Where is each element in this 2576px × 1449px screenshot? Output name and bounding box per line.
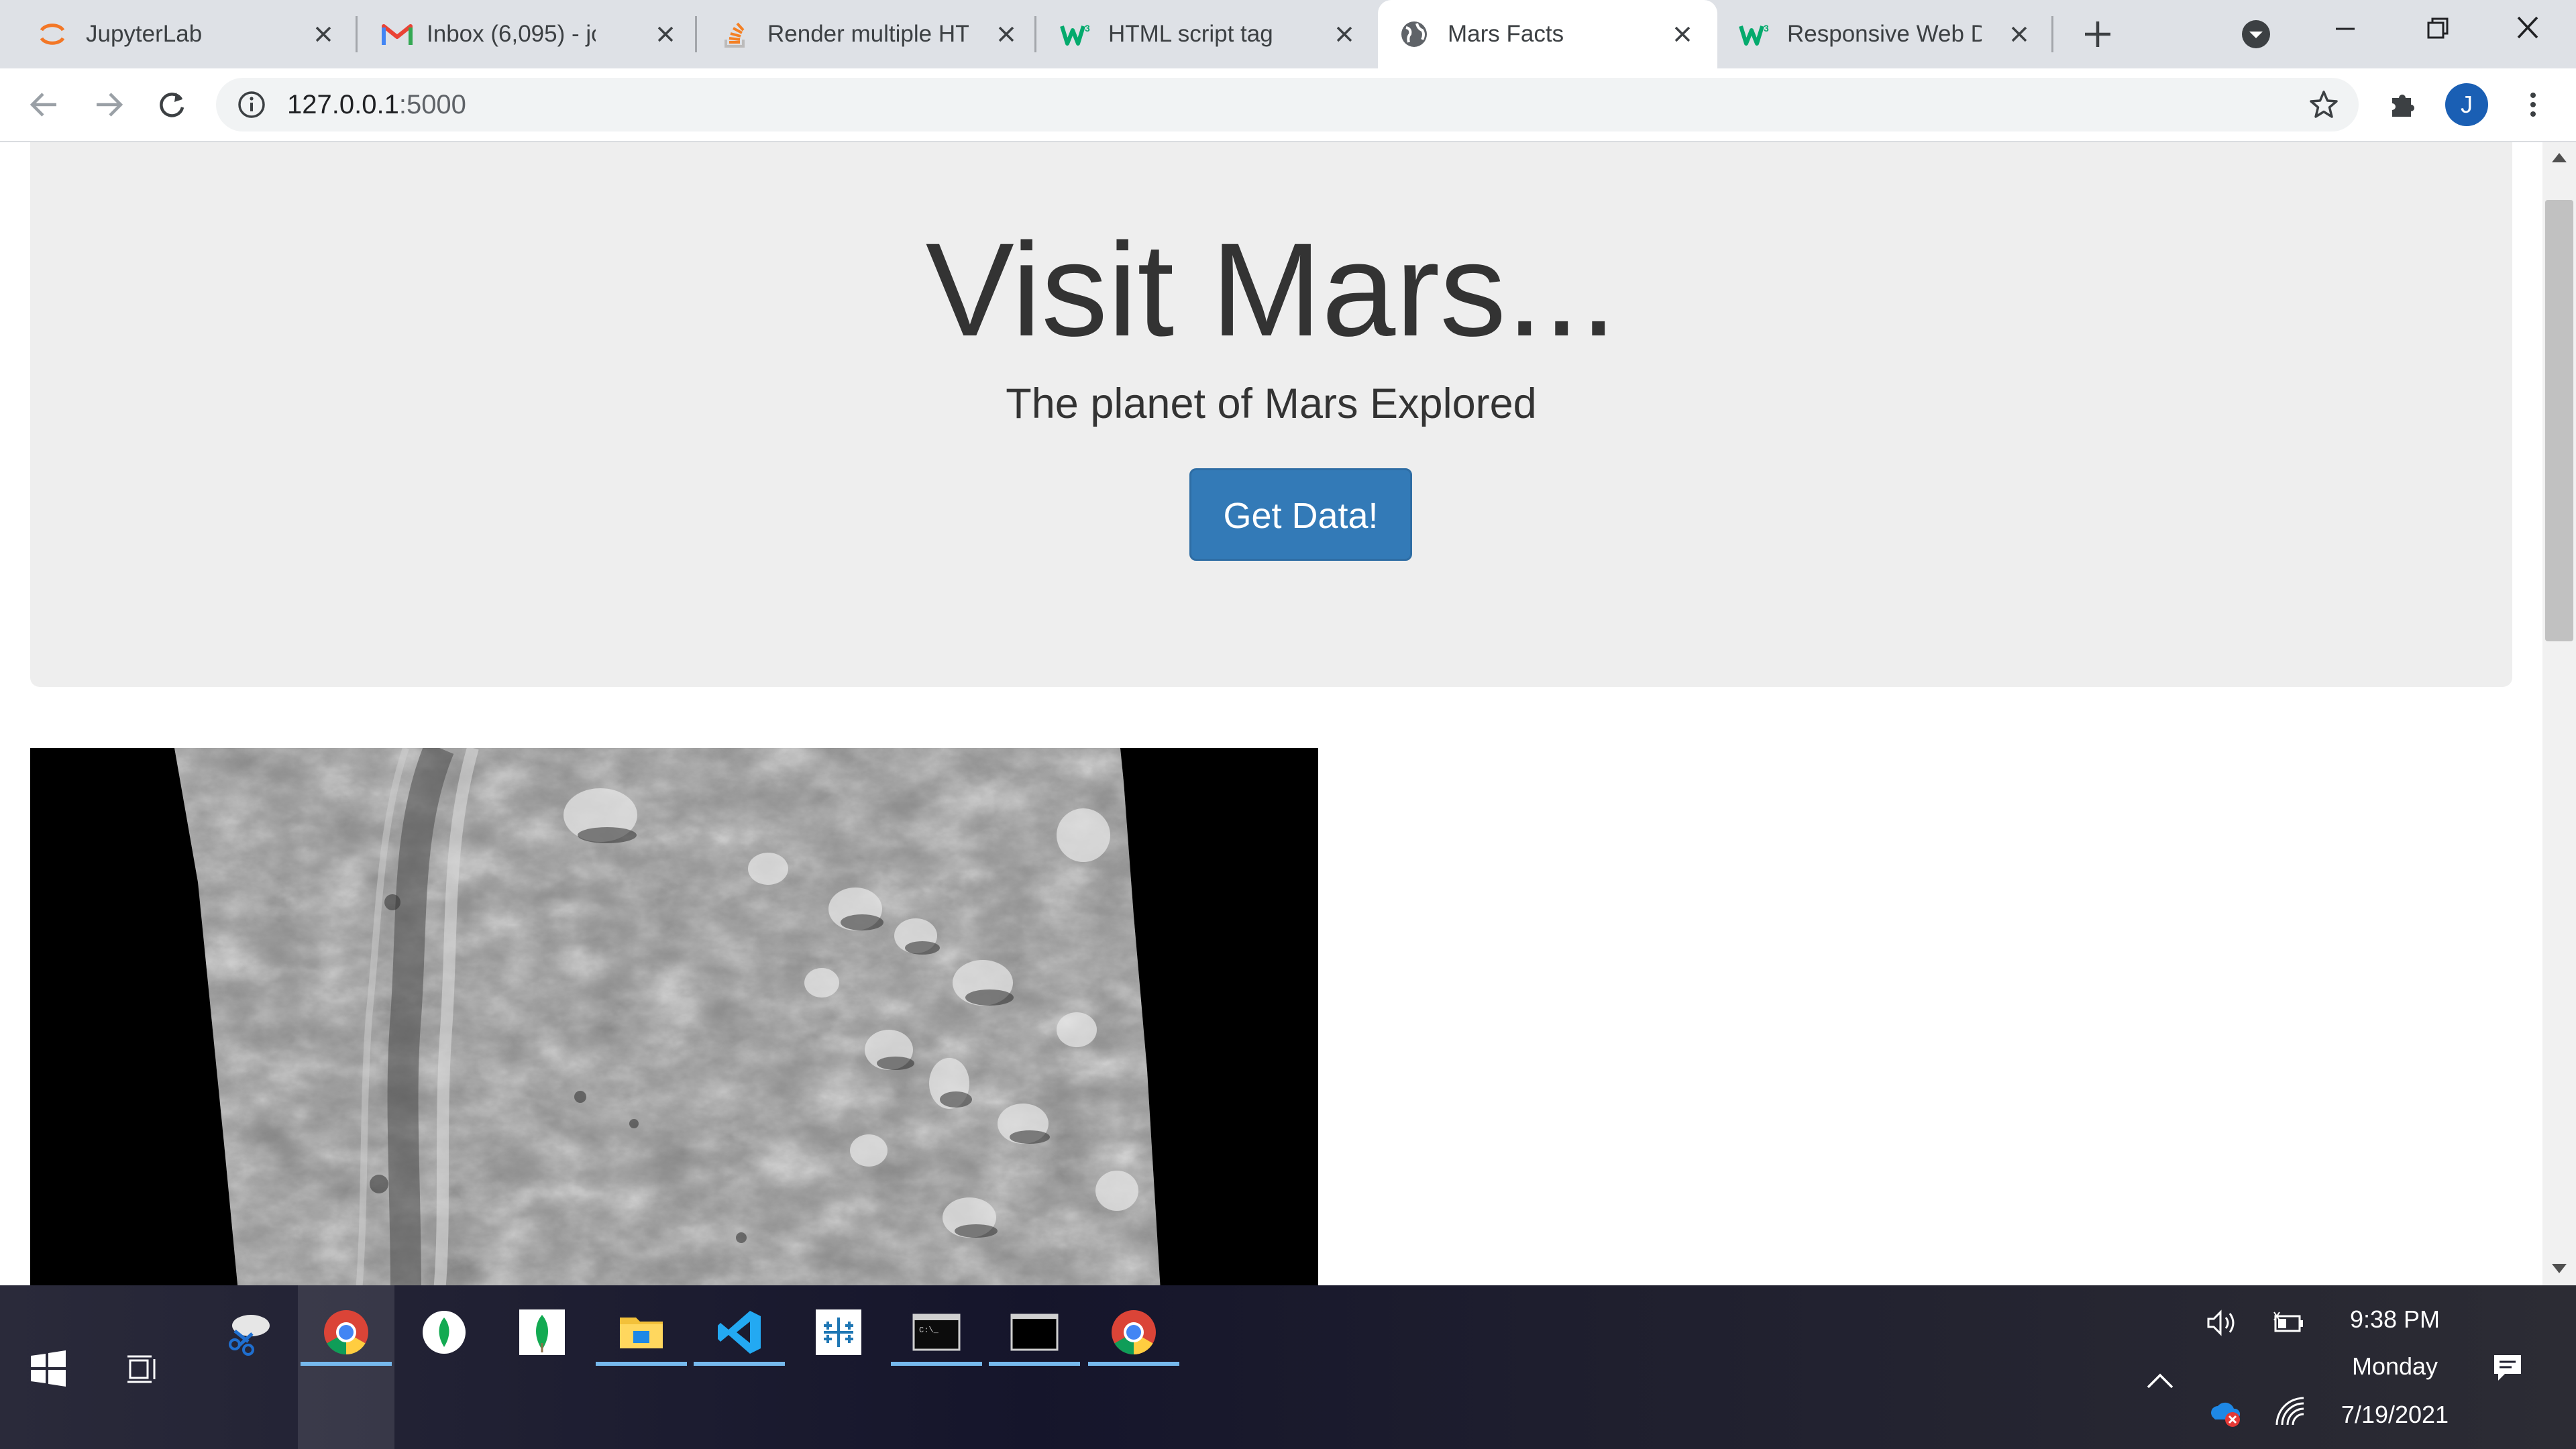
running-indicator: [596, 1362, 687, 1366]
windows-start-icon[interactable]: [30, 1350, 67, 1387]
extensions-puzzle-icon[interactable]: [2385, 87, 2420, 122]
taskbar-tableau[interactable]: [790, 1285, 887, 1449]
browser-toolbar: 127.0.0.1:5000 J: [0, 68, 2576, 142]
tab-mars-facts[interactable]: Mars Facts: [1378, 0, 1717, 68]
tab-title: Render multiple HTML: [767, 21, 969, 47]
close-tab-icon[interactable]: [313, 23, 334, 45]
tab-search-icon[interactable]: [2239, 17, 2273, 51]
svg-text:C:\_: C:\_: [919, 1326, 939, 1335]
tab-title: Responsive Web De: [1787, 21, 1982, 47]
vscode-icon: [715, 1308, 763, 1356]
site-info-icon[interactable]: [236, 89, 267, 120]
scroll-up-arrow-icon[interactable]: [2551, 152, 2568, 164]
running-indicator: [891, 1362, 982, 1366]
tableau-icon: [814, 1308, 863, 1356]
file-explorer-icon: [617, 1308, 665, 1356]
close-tab-icon[interactable]: [1672, 23, 1693, 45]
page-scrollbar[interactable]: [2542, 142, 2576, 1285]
mars-featured-image: [30, 748, 1318, 1285]
profile-avatar[interactable]: J: [2445, 83, 2488, 126]
battery-icon[interactable]: [2270, 1305, 2305, 1340]
close-window-icon[interactable]: [2508, 13, 2548, 44]
close-tab-icon[interactable]: [655, 23, 676, 45]
taskbar-command-prompt[interactable]: C:\_: [888, 1285, 985, 1449]
page-viewport: Visit Mars... The planet of Mars Explore…: [0, 142, 2542, 1285]
running-indicator: [989, 1362, 1080, 1366]
cmd-icon: C:\_: [912, 1308, 961, 1356]
url-text: 127.0.0.1:5000: [287, 78, 466, 131]
snipping-tool-icon: [225, 1308, 274, 1356]
jumbotron: Visit Mars... The planet of Mars Explore…: [30, 142, 2512, 687]
stackoverflow-icon: [720, 19, 750, 49]
tab-separator: [695, 16, 697, 52]
onedrive-error-icon[interactable]: [2207, 1394, 2242, 1429]
bookmark-star-icon[interactable]: [2308, 89, 2340, 121]
taskbar-mongodb-compass[interactable]: [396, 1285, 492, 1449]
restore-icon[interactable]: [2416, 13, 2457, 44]
tab-strip: JupyterLab Inbox (6,095) - joshu Render …: [0, 0, 2576, 68]
gmail-icon: [381, 19, 413, 49]
close-tab-icon[interactable]: [2008, 23, 2030, 45]
clock-date[interactable]: 7/19/2021: [2321, 1401, 2469, 1429]
mongodb-compass-icon: [420, 1308, 468, 1356]
back-arrow-icon[interactable]: [27, 87, 62, 122]
volume-icon[interactable]: [2204, 1305, 2239, 1340]
address-bar[interactable]: 127.0.0.1:5000: [216, 78, 2359, 131]
running-indicator: [694, 1362, 785, 1366]
taskbar-file-explorer[interactable]: [593, 1285, 690, 1449]
tab-jupyterlab[interactable]: JupyterLab: [5, 0, 354, 68]
clock-day[interactable]: Monday: [2321, 1352, 2469, 1381]
url-port: :5000: [398, 90, 466, 119]
taskbar-vscode[interactable]: [691, 1285, 788, 1449]
more-menu-icon[interactable]: [2516, 87, 2551, 122]
scroll-down-arrow-icon[interactable]: [2551, 1263, 2568, 1275]
active-indicator: [301, 1362, 392, 1366]
forward-arrow-icon[interactable]: [91, 87, 126, 122]
terminal-icon: [1010, 1308, 1059, 1356]
svg-text:3: 3: [1764, 23, 1769, 34]
tab-title: JupyterLab: [86, 21, 203, 47]
mongodb-icon: [518, 1308, 566, 1356]
taskbar-snipping-tool[interactable]: [201, 1285, 298, 1449]
close-tab-icon[interactable]: [996, 23, 1017, 45]
wifi-icon[interactable]: [2273, 1395, 2308, 1430]
tab-gmail-inbox[interactable]: Inbox (6,095) - joshu: [360, 0, 695, 68]
page-subtitle: The planet of Mars Explored: [1006, 380, 1537, 427]
tab-separator: [356, 16, 358, 52]
close-tab-icon[interactable]: [1334, 23, 1355, 45]
clock-time[interactable]: 9:38 PM: [2321, 1305, 2469, 1334]
tab-title: Mars Facts: [1448, 21, 1564, 47]
w3schools-icon: 3: [1060, 19, 1090, 49]
tab-responsive-web-design[interactable]: 3 Responsive Web De: [1719, 0, 2051, 68]
chrome-icon: [1110, 1308, 1158, 1356]
windows-taskbar: C:\_ 9:38 PM Monday 7/19/2021: [0, 1285, 2576, 1449]
task-view-icon[interactable]: [125, 1352, 162, 1386]
action-center-notification-icon[interactable]: [2490, 1350, 2525, 1385]
running-indicator: [1088, 1362, 1179, 1366]
tab-separator: [1034, 16, 1036, 52]
chrome-icon: [322, 1308, 370, 1356]
globe-icon: [1399, 19, 1429, 49]
minimize-icon[interactable]: [2325, 13, 2365, 44]
tab-title: HTML script tag: [1108, 21, 1273, 47]
reload-icon[interactable]: [154, 87, 189, 122]
page-title: Visit Mars...: [925, 215, 1617, 364]
w3schools-icon: 3: [1739, 19, 1769, 49]
taskbar-chrome-active[interactable]: [298, 1285, 394, 1449]
taskbar-mongodb[interactable]: [494, 1285, 590, 1449]
svg-text:3: 3: [1085, 23, 1090, 34]
tab-title: Inbox (6,095) - joshu: [427, 21, 596, 47]
get-data-button[interactable]: Get Data!: [1189, 468, 1412, 561]
show-hidden-icons-chevron-icon[interactable]: [2144, 1367, 2176, 1394]
tab-separator: [2051, 16, 2053, 52]
taskbar-terminal[interactable]: [986, 1285, 1083, 1449]
new-tab-plus-icon[interactable]: [2082, 19, 2113, 50]
taskbar-chrome-second[interactable]: [1085, 1285, 1182, 1449]
tab-render-multiple-html[interactable]: Render multiple HTML: [699, 0, 1034, 68]
jupyter-icon: [38, 19, 67, 49]
scrollbar-thumb[interactable]: [2545, 200, 2573, 641]
url-host: 127.0.0.1: [287, 90, 399, 119]
tab-html-script-tag[interactable]: 3 HTML script tag: [1038, 0, 1374, 68]
